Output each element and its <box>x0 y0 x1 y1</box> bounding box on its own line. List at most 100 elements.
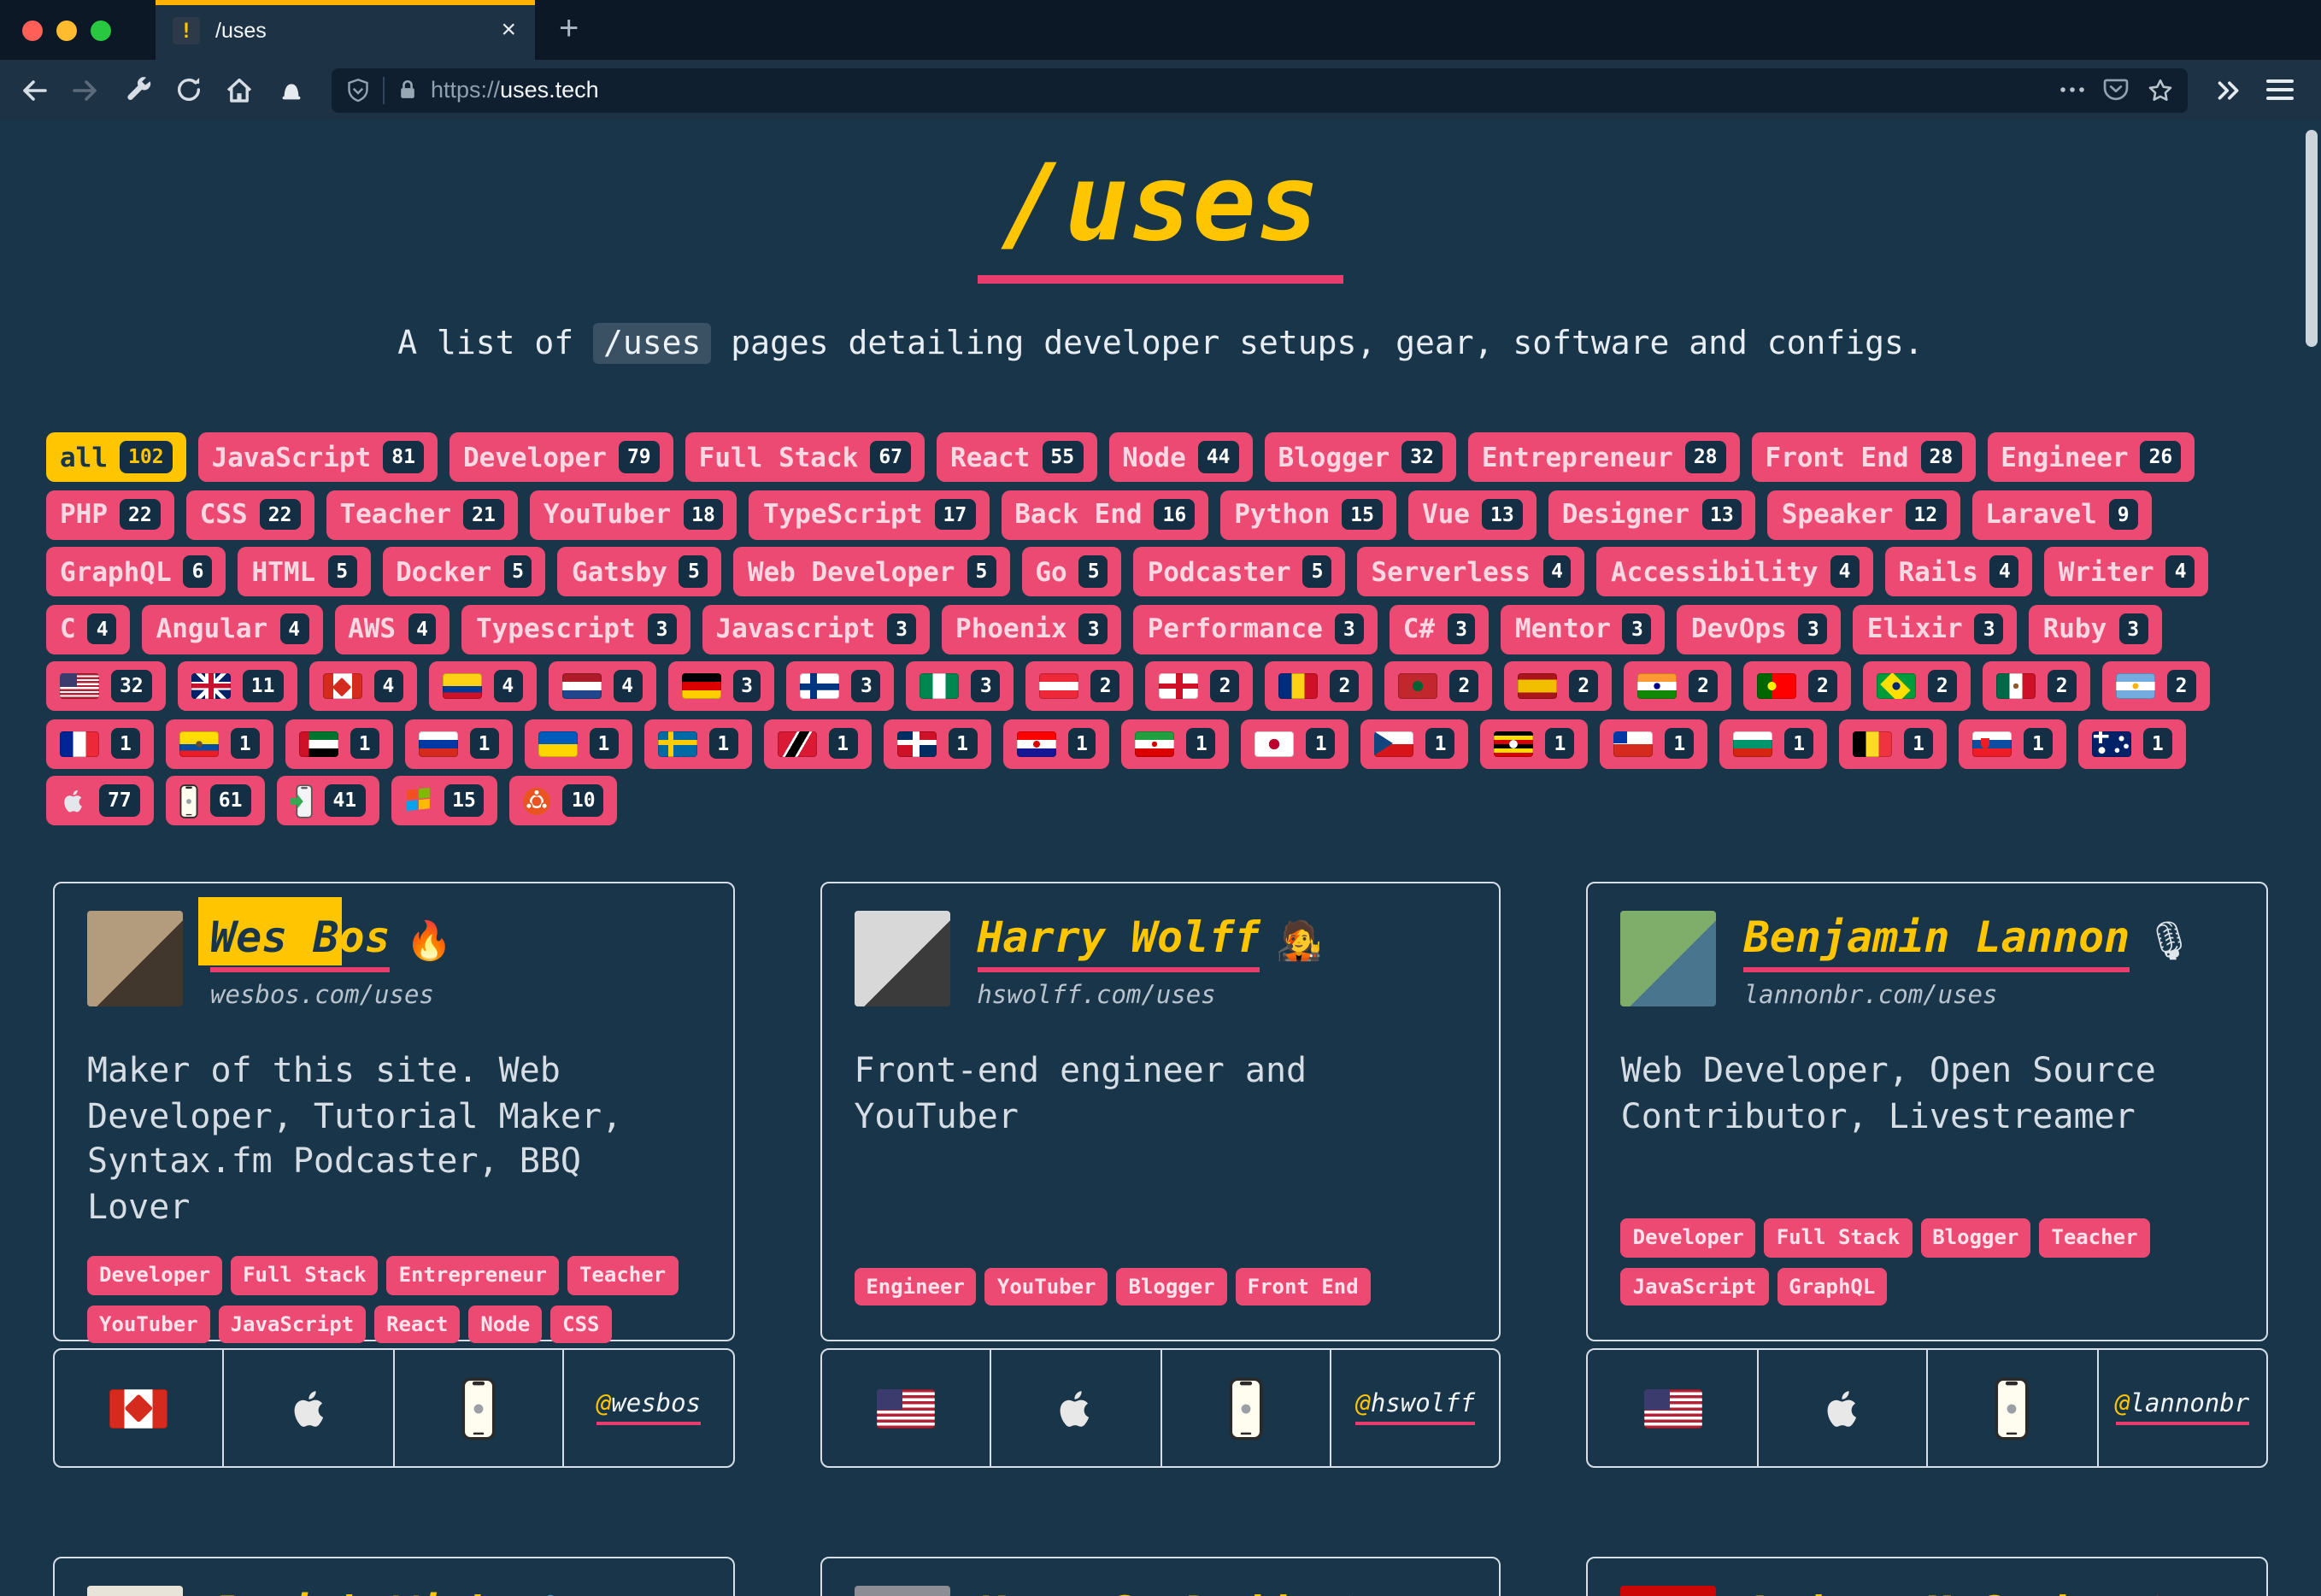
filter-tag-flag-cz[interactable]: 1 <box>1361 719 1469 768</box>
zoom-window-button[interactable] <box>91 20 111 40</box>
filter-tag-css[interactable]: CSS22 <box>186 490 314 539</box>
filter-tag-windows[interactable]: 15 <box>391 776 498 825</box>
filter-tag-flag-se[interactable]: 1 <box>643 719 751 768</box>
filter-tag-flag-pt[interactable]: 2 <box>1743 661 1851 711</box>
filter-tag-flag-gb[interactable]: 11 <box>178 661 297 711</box>
filter-tag-flag-br[interactable]: 2 <box>1863 661 1971 711</box>
filter-tag-phoenix[interactable]: Phoenix3 <box>942 604 1122 654</box>
profile-link[interactable]: Kent C. Dodds <box>977 1587 1311 1596</box>
filter-tag-flag-ro[interactable]: 2 <box>1265 661 1372 711</box>
tab-close-icon[interactable]: × <box>496 15 521 44</box>
browser-tab[interactable]: ! /uses × <box>156 0 535 60</box>
filter-tag-youtuber[interactable]: YouTuber18 <box>530 490 737 539</box>
filter-tag-flag-us[interactable]: 32 <box>46 661 166 711</box>
filter-tag-flag-ca[interactable]: 4 <box>308 661 416 711</box>
filter-tag-flag-de[interactable]: 3 <box>667 661 775 711</box>
profile-link[interactable]: Benjamin Lannon <box>1744 912 2130 972</box>
twitter-handle-link[interactable]: @wesbos <box>596 1391 701 1425</box>
filter-tag-flag-fr[interactable]: 1 <box>46 719 154 768</box>
filter-tag-flag-es[interactable]: 2 <box>1504 661 1612 711</box>
filter-tag-entrepreneur[interactable]: Entrepreneur28 <box>1468 432 1740 482</box>
page-actions-dots-icon[interactable] <box>2060 85 2085 94</box>
filter-tag-gatsby[interactable]: Gatsby5 <box>558 547 722 596</box>
filter-tag-javascript[interactable]: JavaScript81 <box>198 432 438 482</box>
url-bar[interactable]: https://uses.tech <box>332 67 2188 112</box>
filter-tag-javascript[interactable]: Javascript3 <box>702 604 931 654</box>
twitter-handle-link[interactable]: @lannonbr <box>2115 1391 2249 1425</box>
bookmark-star-icon[interactable] <box>2147 76 2174 103</box>
filter-tag-flag-ma[interactable]: 2 <box>1384 661 1492 711</box>
filter-tag-developer[interactable]: Developer79 <box>450 432 673 482</box>
filter-tag-flag-ae[interactable]: 1 <box>285 719 393 768</box>
filter-tag-iphone[interactable]: 61 <box>166 776 265 825</box>
filter-tag-flag-mx[interactable]: 2 <box>1983 661 2090 711</box>
filter-tag-elixir[interactable]: Elixir3 <box>1854 604 2018 654</box>
filter-tag-aws[interactable]: AWS4 <box>334 604 450 654</box>
back-button[interactable] <box>10 67 58 112</box>
filter-tag-devops[interactable]: DevOps3 <box>1678 604 1842 654</box>
filter-tag-designer[interactable]: Designer13 <box>1548 490 1756 539</box>
filter-tag-flag-cl[interactable]: 1 <box>1600 719 1707 768</box>
profile-link[interactable]: Andrew McCombe <box>1744 1587 2104 1596</box>
filter-tag-flag-ir[interactable]: 1 <box>1122 719 1230 768</box>
filter-tag-typescript[interactable]: Typescript3 <box>462 604 690 654</box>
filter-tag-graphql[interactable]: GraphQL6 <box>46 547 226 596</box>
profile-link[interactable]: Wes Bos <box>210 912 391 972</box>
filter-tag-html[interactable]: HTML5 <box>238 547 371 596</box>
extension-icon-button[interactable] <box>267 67 314 112</box>
filter-tag-flag-ru[interactable]: 1 <box>405 719 513 768</box>
filter-tag-flag-ng[interactable]: 3 <box>907 661 1014 711</box>
filter-tag-typescript[interactable]: TypeScript17 <box>749 490 989 539</box>
filter-tag-mobile-arrow[interactable]: 41 <box>276 776 379 825</box>
minimize-window-button[interactable] <box>56 20 77 40</box>
filter-tag-teacher[interactable]: Teacher21 <box>326 490 517 539</box>
filter-tag-flag-hr[interactable]: 1 <box>1002 719 1110 768</box>
filter-tag-php[interactable]: PHP22 <box>46 490 174 539</box>
filter-tag-flag-in[interactable]: 2 <box>1624 661 1731 711</box>
filter-tag-react[interactable]: React55 <box>937 432 1096 482</box>
filter-tag-full-stack[interactable]: Full Stack67 <box>685 432 925 482</box>
filter-tag-angular[interactable]: Angular4 <box>143 604 323 654</box>
close-window-button[interactable] <box>22 20 43 40</box>
menu-hamburger-icon[interactable] <box>2256 67 2304 112</box>
filter-tag-front-end[interactable]: Front End28 <box>1752 432 1976 482</box>
filter-tag-web-developer[interactable]: Web Developer5 <box>734 547 1010 596</box>
scrollbar-thumb[interactable] <box>2306 130 2318 347</box>
filter-tag-flag-ec[interactable]: 1 <box>166 719 273 768</box>
filter-tag-accessibility[interactable]: Accessibility4 <box>1597 547 1873 596</box>
filter-tag-flag-at[interactable]: 2 <box>1026 661 1134 711</box>
lock-icon[interactable] <box>397 77 419 103</box>
filter-tag-vue[interactable]: Vue13 <box>1408 490 1537 539</box>
filter-tag-ruby[interactable]: Ruby3 <box>2030 604 2162 654</box>
home-button[interactable] <box>215 67 263 112</box>
filter-tag-flag-au[interactable]: 1 <box>2078 719 2186 768</box>
filter-tag-flag-tt[interactable]: 1 <box>763 719 871 768</box>
filter-tag-laravel[interactable]: Laravel9 <box>1971 490 2152 539</box>
filter-tag-docker[interactable]: Docker5 <box>382 547 546 596</box>
filter-tag-c[interactable]: C4 <box>46 604 131 654</box>
filter-tag-flag-jp[interactable]: 1 <box>1242 719 1349 768</box>
filter-tag-flag-ar[interactable]: 2 <box>2102 661 2210 711</box>
profile-link[interactable]: Josiah Wiebe <box>210 1587 519 1596</box>
filter-tag-flag-ug[interactable]: 1 <box>1481 719 1589 768</box>
filter-tag-podcaster[interactable]: Podcaster5 <box>1134 547 1346 596</box>
overflow-chevrons-icon[interactable] <box>2205 67 2253 112</box>
filter-tag-flag-england[interactable]: 2 <box>1146 661 1254 711</box>
profile-link[interactable]: Harry Wolff <box>977 912 1260 972</box>
filter-tag-flag-co[interactable]: 4 <box>428 661 536 711</box>
twitter-handle-link[interactable]: @hswolff <box>1355 1391 1475 1425</box>
filter-tag-flag-fi[interactable]: 3 <box>787 661 895 711</box>
filter-tag-python[interactable]: Python15 <box>1220 490 1396 539</box>
pocket-icon[interactable] <box>2102 77 2130 103</box>
filter-tag-blogger[interactable]: Blogger32 <box>1264 432 1455 482</box>
filter-tag-speaker[interactable]: Speaker12 <box>1768 490 1960 539</box>
filter-tag-flag-nl[interactable]: 4 <box>548 661 655 711</box>
filter-tag-flag-sk[interactable]: 1 <box>1959 719 2066 768</box>
filter-tag-node[interactable]: Node44 <box>1108 432 1252 482</box>
filter-tag-go[interactable]: Go5 <box>1021 547 1121 596</box>
new-tab-button[interactable]: + <box>535 0 602 60</box>
filter-tag-ubuntu[interactable]: 10 <box>510 776 618 825</box>
refresh-button[interactable] <box>164 67 212 112</box>
filter-tag-flag-ua[interactable]: 1 <box>525 719 632 768</box>
filter-tag-writer[interactable]: Writer4 <box>2045 547 2209 596</box>
